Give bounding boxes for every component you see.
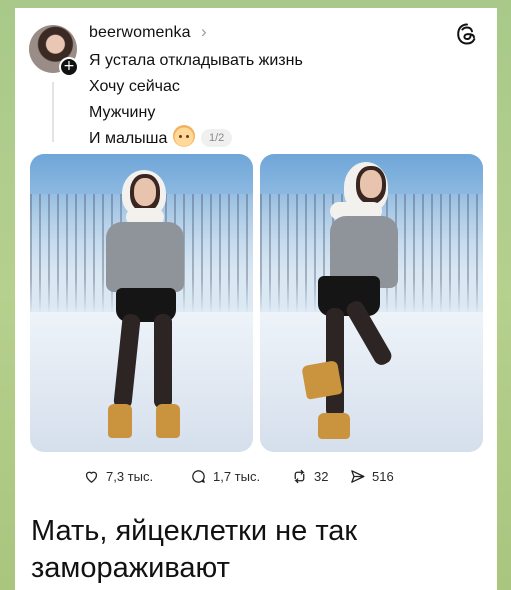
repost-icon <box>294 469 305 483</box>
post-photo-2[interactable] <box>260 154 483 452</box>
comment-bubble-icon <box>192 469 205 483</box>
username[interactable]: beerwomenka <box>89 24 191 42</box>
chevron-right-icon: › <box>201 22 207 41</box>
person-figure <box>301 158 438 448</box>
image-pager: 1/2 <box>201 129 233 147</box>
share-button[interactable]: 516 <box>349 464 394 488</box>
like-button[interactable]: 7,3 тыс. <box>83 464 153 488</box>
thread-post: + beerwomenka › Я устала откладывать жиз… <box>15 8 497 504</box>
follow-plus-button[interactable]: + <box>59 57 79 77</box>
screenshot-card: + beerwomenka › Я устала откладывать жиз… <box>15 8 497 590</box>
action-bar: 7,3 тыс. 1,7 тыс. 32 516 <box>15 464 497 488</box>
meme-caption: Мать, яйцеклетки не так замораживают <box>31 515 358 584</box>
heart-icon <box>85 471 98 483</box>
send-icon <box>351 469 365 483</box>
post-text-line-1: Я устала откладывать жизнь <box>89 52 303 69</box>
share-count: 516 <box>372 468 394 484</box>
thread-connector-line <box>52 82 54 142</box>
repost-button[interactable]: 32 <box>291 464 328 488</box>
person-figure <box>88 164 198 449</box>
post-photo-1[interactable] <box>30 154 253 452</box>
post-text-line-3: Мужчину <box>89 104 156 121</box>
repost-count: 32 <box>314 468 329 484</box>
comment-button[interactable]: 1,7 тыс. <box>190 464 260 488</box>
like-count: 7,3 тыс. <box>106 468 154 484</box>
baby-emoji-icon <box>173 125 195 147</box>
post-text-line-4: И малыша <box>89 130 168 147</box>
comment-count: 1,7 тыс. <box>213 468 261 484</box>
threads-logo-icon[interactable] <box>455 22 479 46</box>
post-text-line-2: Хочу сейчас <box>89 78 180 95</box>
